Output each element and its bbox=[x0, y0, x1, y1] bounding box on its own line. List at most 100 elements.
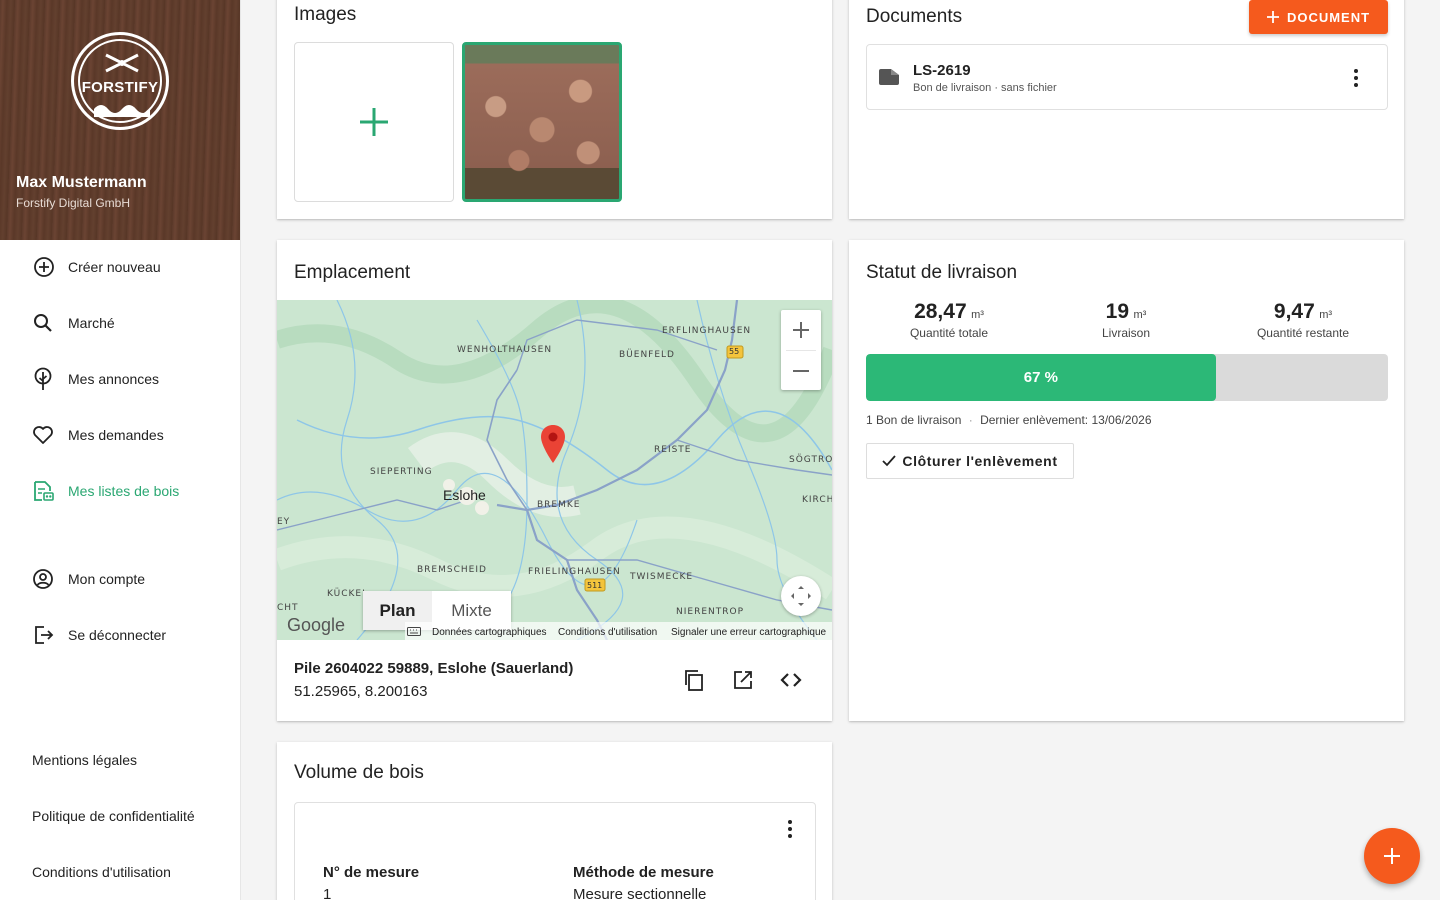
images-title: Images bbox=[294, 4, 357, 25]
keyboard-icon[interactable] bbox=[407, 627, 421, 636]
close-pickup-button[interactable]: Clôturer l'enlèvement bbox=[866, 443, 1074, 479]
logo-wordmark: FORSTIFY bbox=[81, 79, 159, 96]
sidebar-header: FORSTIFY Max Mustermann Forstify Digital… bbox=[0, 0, 240, 240]
nav-logout-label: Se déconnecter bbox=[68, 627, 167, 643]
measure-method-header: Méthode de mesure bbox=[573, 864, 714, 881]
map-label-kuckel: KÜCKEL bbox=[327, 589, 369, 599]
location-coordinates: 51.25965, 8.200163 bbox=[294, 683, 428, 700]
stat-delivered-unit: m³ bbox=[1133, 309, 1147, 321]
map-label-erflinghausen: ERFLINGHAUSEN bbox=[662, 326, 752, 336]
account-circle-icon bbox=[32, 568, 54, 590]
nav-listings-label: Mes annonces bbox=[68, 371, 160, 387]
measurement-item: N° de mesure 1 Méthode de mesure Mesure … bbox=[294, 802, 816, 900]
nav-wood-lists[interactable]: Mes listes de bois bbox=[0, 471, 240, 511]
map-terms-link[interactable]: Conditions d'utilisation bbox=[558, 627, 657, 638]
documents-card: Documents DOCUMENT LS-2619 Bon de livrai… bbox=[849, 0, 1404, 219]
map-label-bremscheid: BREMSCHEID bbox=[417, 565, 487, 575]
stat-total-unit: m³ bbox=[971, 309, 984, 321]
wood-list-icon bbox=[32, 480, 54, 502]
add-image-button[interactable] bbox=[294, 42, 454, 202]
map-label-road-55: 55 bbox=[729, 347, 740, 356]
location-card: Emplacement ERFLINGHAUSEN WENHOLTHAUSEN … bbox=[277, 240, 832, 721]
map-label-reiste: REISTE bbox=[654, 445, 692, 455]
location-title: Emplacement bbox=[294, 262, 411, 283]
legal-link[interactable]: Mentions légales bbox=[32, 752, 137, 768]
stat-remaining: 9,47 m³ Quantité restante bbox=[1243, 300, 1363, 340]
user-name: Max Mustermann bbox=[16, 174, 147, 191]
measure-number-value: 1 bbox=[323, 886, 332, 900]
floating-add-button[interactable] bbox=[1364, 828, 1420, 884]
add-document-label: DOCUMENT bbox=[1286, 9, 1371, 25]
map-data-link[interactable]: Données cartographiques bbox=[432, 627, 547, 638]
zoom-out-button[interactable] bbox=[781, 351, 821, 390]
copy-icon bbox=[685, 670, 703, 691]
delivery-last-pickup: Dernier enlèvement: 13/06/2026 bbox=[980, 413, 1152, 427]
document-item[interactable]: LS-2619 Bon de livraison · sans fichier bbox=[866, 44, 1388, 110]
nav-listings[interactable]: Mes annonces bbox=[0, 359, 240, 399]
nav-market[interactable]: Marché bbox=[0, 303, 240, 343]
terms-link[interactable]: Conditions d'utilisation bbox=[32, 864, 171, 880]
close-pickup-label: Clôturer l'enlèvement bbox=[902, 453, 1058, 469]
sidebar: FORSTIFY Max Mustermann Forstify Digital… bbox=[0, 0, 241, 900]
map-label-ey: EY bbox=[277, 517, 291, 527]
code-icon bbox=[780, 673, 802, 687]
user-company: Forstify Digital GmbH bbox=[16, 196, 131, 210]
tree-icon bbox=[32, 367, 54, 390]
measure-method-value: Mesure sectionnelle bbox=[573, 886, 707, 900]
stat-total-label: Quantité totale bbox=[909, 326, 989, 340]
measure-number-header: N° de mesure bbox=[323, 864, 420, 881]
delivery-meta: 1 Bon de livraison · Dernier enlèvement:… bbox=[866, 413, 1152, 427]
more-vert-icon[interactable] bbox=[1353, 68, 1359, 88]
wood-pile-image[interactable] bbox=[462, 42, 622, 202]
minus-icon bbox=[793, 369, 809, 372]
stat-delivered-value: 19 bbox=[1105, 300, 1130, 323]
nav-account-label: Mon compte bbox=[68, 571, 146, 587]
stat-total-value: 28,47 bbox=[914, 300, 967, 323]
map-report-link[interactable]: Signaler une erreur cartographique bbox=[671, 627, 826, 638]
waves-icon bbox=[94, 105, 150, 117]
google-logo: Google bbox=[287, 615, 346, 635]
map-label-kirch: KIRCH bbox=[802, 495, 832, 505]
volume-title: Volume de bois bbox=[294, 762, 424, 783]
location-pin-icon[interactable] bbox=[541, 425, 565, 463]
map-label-sieperting: SIEPERTING bbox=[370, 467, 433, 477]
nav-create[interactable]: Créer nouveau bbox=[0, 247, 240, 287]
add-document-button[interactable]: DOCUMENT bbox=[1249, 0, 1388, 34]
check-icon bbox=[882, 455, 897, 467]
search-icon bbox=[32, 312, 54, 334]
forstify-logo[interactable]: FORSTIFY bbox=[71, 32, 169, 130]
embed-code-button[interactable] bbox=[779, 668, 803, 692]
open-in-new-icon bbox=[734, 671, 752, 689]
open-external-button[interactable] bbox=[731, 668, 755, 692]
more-vert-icon[interactable] bbox=[787, 819, 793, 839]
images-card: Images bbox=[277, 0, 832, 219]
delivery-count: 1 Bon de livraison bbox=[866, 413, 962, 427]
nav-account[interactable]: Mon compte bbox=[0, 559, 240, 599]
map-label-eslohe: Eslohe bbox=[443, 487, 486, 503]
map-label-road-511: 511 bbox=[587, 581, 603, 590]
delivery-title: Statut de livraison bbox=[866, 262, 1018, 283]
nav-requests-label: Mes demandes bbox=[68, 427, 164, 443]
stat-remaining-label: Quantité restante bbox=[1256, 326, 1350, 340]
delivery-status-card: Statut de livraison 28,47 m³ Quantité to… bbox=[849, 240, 1404, 721]
zoom-controls bbox=[781, 310, 821, 390]
file-icon bbox=[879, 69, 899, 85]
stat-remaining-unit: m³ bbox=[1319, 309, 1333, 321]
zoom-in-button[interactable] bbox=[781, 310, 821, 350]
map-label-frielinghausen: FRIELINGHAUSEN bbox=[528, 567, 621, 577]
nav-requests[interactable]: Mes demandes bbox=[0, 415, 240, 455]
map[interactable]: ERFLINGHAUSEN WENHOLTHAUSEN BÜENFELD 55 … bbox=[277, 300, 832, 640]
map-label-bremke: BREMKE bbox=[537, 500, 581, 510]
documents-title: Documents bbox=[866, 6, 963, 27]
camera-control-button[interactable] bbox=[781, 576, 821, 616]
nav-market-label: Marché bbox=[68, 315, 115, 331]
nav-wood-lists-label: Mes listes de bois bbox=[68, 483, 180, 499]
privacy-link[interactable]: Politique de confidentialité bbox=[32, 808, 195, 824]
nav-logout[interactable]: Se déconnecter bbox=[0, 615, 240, 655]
plus-icon bbox=[1266, 11, 1279, 23]
document-name: LS-2619 bbox=[913, 62, 971, 79]
document-subtitle: Bon de livraison · sans fichier bbox=[913, 82, 1057, 94]
copy-button[interactable] bbox=[682, 668, 706, 692]
heart-icon bbox=[32, 424, 54, 446]
logout-icon bbox=[32, 624, 54, 646]
